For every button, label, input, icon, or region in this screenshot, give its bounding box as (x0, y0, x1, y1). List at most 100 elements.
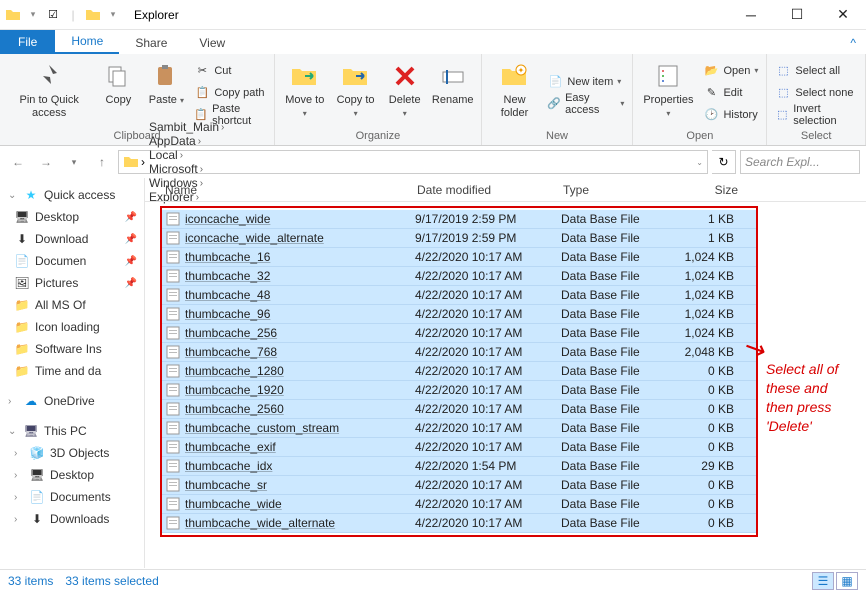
nav-icon: 🖼 (14, 275, 30, 291)
table-row[interactable]: thumbcache_wide_alternate4/22/2020 10:17… (162, 514, 756, 533)
sidebar-item-onedrive[interactable]: ›☁OneDrive (0, 390, 144, 412)
refresh-button[interactable]: ↻ (712, 150, 736, 174)
file-icon (165, 420, 181, 436)
group-new-label: New (486, 129, 629, 145)
tab-view[interactable]: View (183, 32, 241, 54)
copy-button[interactable]: Copy (94, 56, 142, 129)
pin-quick-access-button[interactable]: Pin to Quick access (4, 56, 94, 129)
ribbon-collapse-icon[interactable]: ^ (840, 32, 866, 54)
sidebar-item[interactable]: ›🖥Desktop (0, 464, 144, 486)
new-item-button[interactable]: 📄New item ▾ (543, 71, 628, 93)
breadcrumb-segment[interactable]: Sambit_Main› (147, 120, 226, 134)
sidebar-item[interactable]: ›📄Documents (0, 486, 144, 508)
rename-button[interactable]: Rename (429, 56, 477, 129)
file-icon (165, 496, 181, 512)
table-row[interactable]: thumbcache_484/22/2020 10:17 AMData Base… (162, 286, 756, 305)
new-folder-button[interactable]: ✦New folder (486, 56, 544, 129)
cut-button[interactable]: ✂Cut (190, 60, 270, 82)
easy-access-button[interactable]: 🔗Easy access ▾ (543, 93, 628, 115)
pin-icon: 📌 (125, 256, 140, 267)
select-all-button[interactable]: ⬚Select all (771, 60, 861, 82)
maximize-button[interactable]: ☐ (774, 0, 820, 30)
table-row[interactable]: iconcache_wide9/17/2019 2:59 PMData Base… (162, 210, 756, 229)
history-button[interactable]: 🕑History (699, 104, 762, 126)
edit-button[interactable]: ✎Edit (699, 82, 762, 104)
breadcrumb-segment[interactable]: Local› (147, 148, 226, 162)
table-row[interactable]: thumbcache_sr4/22/2020 10:17 AMData Base… (162, 476, 756, 495)
sidebar-item[interactable]: 📄Documen📌 (0, 250, 144, 272)
nav-icon: 📄 (14, 253, 30, 269)
move-to-button[interactable]: Move to ▾ (279, 56, 330, 129)
select-none-button[interactable]: ⬚Select none (771, 82, 861, 104)
sidebar-item[interactable]: 📁Time and da (0, 360, 144, 382)
table-row[interactable]: thumbcache_2564/22/2020 10:17 AMData Bas… (162, 324, 756, 343)
select-none-icon: ⬚ (775, 85, 791, 101)
paste-button[interactable]: Paste ▾ (142, 56, 190, 129)
file-icon (165, 477, 181, 493)
history-icon: 🕑 (703, 107, 719, 123)
address-dropdown-icon[interactable]: ⌄ (696, 158, 703, 167)
cut-icon: ✂ (194, 63, 210, 79)
copy-path-button[interactable]: 📋Copy path (190, 82, 270, 104)
table-row[interactable]: thumbcache_wide4/22/2020 10:17 AMData Ba… (162, 495, 756, 514)
column-headers[interactable]: Name Date modified Type Size (145, 178, 866, 202)
table-row[interactable]: thumbcache_25604/22/2020 10:17 AMData Ba… (162, 400, 756, 419)
properties-button[interactable]: Properties ▾ (637, 56, 699, 129)
search-input[interactable]: Search Expl... (740, 150, 860, 174)
table-row[interactable]: thumbcache_324/22/2020 10:17 AMData Base… (162, 267, 756, 286)
star-icon: ★ (23, 187, 39, 203)
breadcrumb-segment[interactable]: Microsoft› (147, 162, 226, 176)
status-selected-count: 33 items selected (65, 574, 158, 588)
view-thumbnails-button[interactable]: ▦ (836, 572, 858, 590)
qat-dropdown-icon[interactable]: ▾ (105, 7, 121, 23)
breadcrumb[interactable]: › Sambit_Main›AppData›Local›Microsoft›Wi… (118, 150, 708, 174)
nav-up-button[interactable]: ↑ (90, 150, 114, 174)
close-button[interactable]: ✕ (820, 0, 866, 30)
delete-button[interactable]: Delete ▾ (381, 56, 429, 129)
copy-to-button[interactable]: Copy to ▾ (330, 56, 380, 129)
sidebar-item[interactable]: 📁Icon loading (0, 316, 144, 338)
breadcrumb-segment[interactable]: AppData› (147, 134, 226, 148)
minimize-button[interactable]: ─ (728, 0, 774, 30)
sidebar-item-quick-access[interactable]: ⌄★Quick access (0, 184, 144, 206)
table-row[interactable]: thumbcache_exif4/22/2020 10:17 AMData Ba… (162, 438, 756, 457)
tab-share[interactable]: Share (119, 32, 183, 54)
sidebar-item[interactable]: ⬇Download📌 (0, 228, 144, 250)
view-details-button[interactable]: ☰ (812, 572, 834, 590)
table-row[interactable]: thumbcache_custom_stream4/22/2020 10:17 … (162, 419, 756, 438)
table-row[interactable]: thumbcache_12804/22/2020 10:17 AMData Ba… (162, 362, 756, 381)
nav-forward-button[interactable]: → (34, 150, 58, 174)
column-size[interactable]: Size (676, 183, 746, 197)
qat-checked-icon[interactable]: ☑ (45, 7, 61, 23)
table-row[interactable]: thumbcache_964/22/2020 10:17 AMData Base… (162, 305, 756, 324)
open-button[interactable]: 📂Open ▾ (699, 60, 762, 82)
invert-selection-button[interactable]: ⬚Invert selection (771, 104, 861, 126)
sidebar-item[interactable]: 📁All MS Of (0, 294, 144, 316)
nav-recent-button[interactable]: ▾ (62, 150, 86, 174)
nav-back-button[interactable]: ← (6, 150, 30, 174)
sidebar-item-this-pc[interactable]: ⌄🖥This PC (0, 420, 144, 442)
column-name[interactable]: Name (165, 183, 417, 197)
table-row[interactable]: thumbcache_19204/22/2020 10:17 AMData Ba… (162, 381, 756, 400)
annotation-text: Select all of these and then press 'Dele… (766, 360, 856, 436)
table-row[interactable]: thumbcache_7684/22/2020 10:17 AMData Bas… (162, 343, 756, 362)
sidebar-item[interactable]: ›⬇Downloads (0, 508, 144, 530)
tab-home[interactable]: Home (55, 30, 119, 54)
copy-path-icon: 📋 (194, 85, 210, 101)
sidebar-item[interactable]: 🖥Desktop📌 (0, 206, 144, 228)
new-folder-icon: ✦ (499, 60, 531, 92)
tab-file[interactable]: File (0, 30, 55, 54)
file-icon (165, 268, 181, 284)
sidebar-item[interactable]: ›🧊3D Objects (0, 442, 144, 464)
table-row[interactable]: thumbcache_idx4/22/2020 1:54 PMData Base… (162, 457, 756, 476)
copy-icon (102, 60, 134, 92)
column-date[interactable]: Date modified (417, 183, 563, 197)
table-row[interactable]: iconcache_wide_alternate9/17/2019 2:59 P… (162, 229, 756, 248)
sidebar-item[interactable]: 📁Software Ins (0, 338, 144, 360)
table-row[interactable]: thumbcache_164/22/2020 10:17 AMData Base… (162, 248, 756, 267)
qat-dropdown-icon[interactable]: ▾ (25, 7, 41, 23)
file-icon (165, 325, 181, 341)
sidebar-item[interactable]: 🖼Pictures📌 (0, 272, 144, 294)
file-icon (165, 230, 181, 246)
column-type[interactable]: Type (563, 183, 676, 197)
